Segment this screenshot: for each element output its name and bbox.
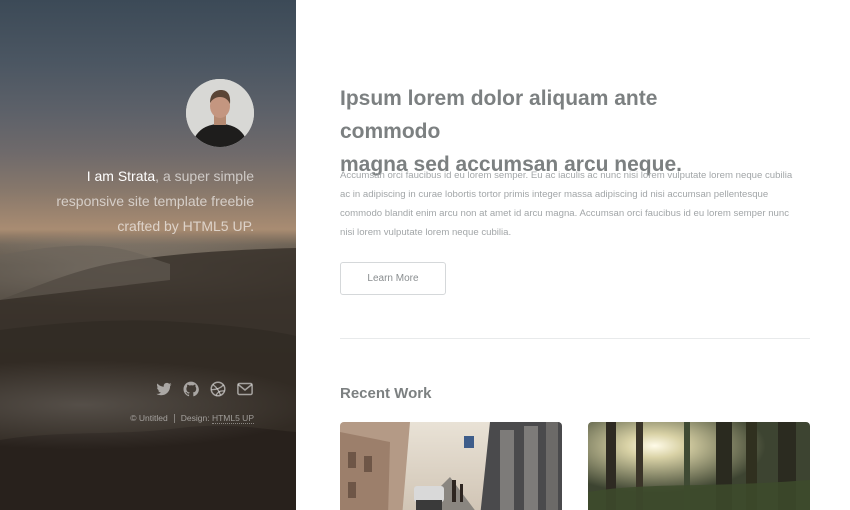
- forest-photo: [588, 422, 810, 510]
- main-content: Ipsum lorem dolor aliquam ante commodo m…: [296, 0, 850, 510]
- intro-line2: responsive site template freebie: [56, 193, 254, 209]
- copyright-text: © Untitled: [130, 413, 168, 423]
- github-icon[interactable]: [183, 381, 199, 397]
- footer-separator: [173, 413, 175, 423]
- person-portrait: [186, 79, 254, 147]
- intro-line1: , a super simple: [155, 168, 254, 184]
- sidebar-header: I am Strata, a super simple responsive s…: [0, 0, 296, 510]
- section-divider: [340, 338, 810, 339]
- work-thumbnail-forest[interactable]: [588, 422, 810, 510]
- work-thumbnail-street[interactable]: [340, 422, 562, 510]
- fog-overlay: [0, 360, 296, 450]
- street-photo: [340, 422, 562, 510]
- dribbble-icon[interactable]: [210, 381, 226, 397]
- intro-text: I am Strata, a super simple responsive s…: [24, 164, 254, 239]
- intro-line3: crafted by HTML5 UP.: [117, 218, 254, 234]
- avatar: [186, 79, 254, 147]
- body-paragraph: Accumsan orci faucibus id eu lorem sempe…: [340, 170, 793, 238]
- design-credit: Design: HTML5 UP: [180, 413, 254, 424]
- social-icons: [156, 381, 253, 397]
- copyright-footer: © Untitled Design: HTML5 UP: [130, 413, 254, 424]
- headline-line1: Ipsum lorem dolor aliquam ante commodo: [340, 87, 658, 143]
- recent-work-title: Recent Work: [340, 385, 432, 402]
- intro-name: I am Strata: [86, 168, 156, 184]
- twitter-icon[interactable]: [156, 381, 172, 397]
- design-link[interactable]: HTML5 UP: [211, 413, 254, 424]
- page: I am Strata, a super simple responsive s…: [0, 0, 850, 510]
- envelope-icon[interactable]: [237, 381, 253, 397]
- design-label: Design:: [180, 413, 210, 423]
- learn-more-button[interactable]: Learn More: [340, 262, 446, 295]
